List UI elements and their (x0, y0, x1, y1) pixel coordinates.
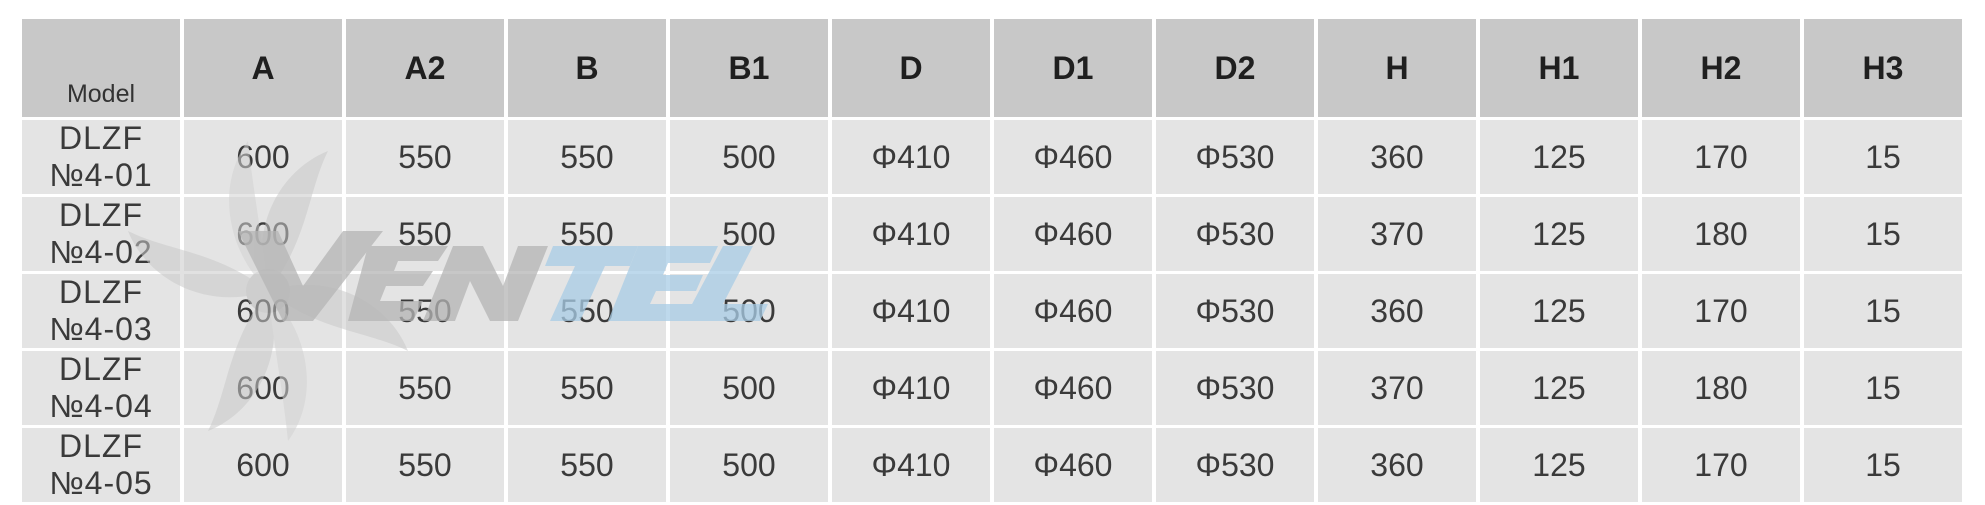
table-header-row: Model A A2 B B1 D D1 D2 H H1 H2 H3 (22, 19, 1962, 117)
table-cell: Φ530 (1156, 120, 1314, 194)
table-cell: 500 (670, 351, 828, 425)
table-cell: Φ460 (994, 428, 1152, 502)
table-cell: 360 (1318, 428, 1476, 502)
table-cell: 600 (184, 274, 342, 348)
model-cell: DLZF №4-02 (22, 197, 180, 271)
table-row: DLZF №4-04 600 550 550 500 Φ410 Φ460 Φ53… (22, 351, 1962, 425)
table-cell: 170 (1642, 274, 1800, 348)
table-cell: Φ460 (994, 120, 1152, 194)
table-cell: 550 (508, 197, 666, 271)
table-cell: Φ530 (1156, 197, 1314, 271)
table-row: DLZF №4-01 600 550 550 500 Φ410 Φ460 Φ53… (22, 120, 1962, 194)
table-cell: 15 (1804, 197, 1962, 271)
table-cell: 550 (508, 120, 666, 194)
column-header-a2: A2 (346, 19, 504, 117)
table-cell: 170 (1642, 428, 1800, 502)
column-header-a: A (184, 19, 342, 117)
column-header-b1: B1 (670, 19, 828, 117)
table-cell: Φ530 (1156, 274, 1314, 348)
column-header-model: Model (22, 19, 180, 117)
table-cell: 15 (1804, 351, 1962, 425)
model-cell: DLZF №4-04 (22, 351, 180, 425)
table-row: DLZF №4-05 600 550 550 500 Φ410 Φ460 Φ53… (22, 428, 1962, 502)
table-cell: 125 (1480, 351, 1638, 425)
table-cell: 370 (1318, 351, 1476, 425)
table-cell: 500 (670, 274, 828, 348)
table-cell: 180 (1642, 351, 1800, 425)
table-cell: 500 (670, 197, 828, 271)
column-header-b: B (508, 19, 666, 117)
table-cell: Φ410 (832, 120, 990, 194)
model-cell: DLZF №4-05 (22, 428, 180, 502)
table-cell: Φ410 (832, 274, 990, 348)
table-cell: 600 (184, 197, 342, 271)
table-cell: 15 (1804, 274, 1962, 348)
table-cell: Φ460 (994, 351, 1152, 425)
table-cell: 370 (1318, 197, 1476, 271)
column-header-d2: D2 (1156, 19, 1314, 117)
table-cell: 125 (1480, 428, 1638, 502)
table-cell: 550 (508, 274, 666, 348)
dimensions-table-container: Model A A2 B B1 D D1 D2 H H1 H2 H3 DLZF … (18, 16, 1966, 502)
column-header-h3: H3 (1804, 19, 1962, 117)
table-cell: 125 (1480, 120, 1638, 194)
table-row: DLZF №4-03 600 550 550 500 Φ410 Φ460 Φ53… (22, 274, 1962, 348)
table-cell: 360 (1318, 120, 1476, 194)
table-cell: 500 (670, 428, 828, 502)
table-cell: 550 (346, 197, 504, 271)
dimensions-table: Model A A2 B B1 D D1 D2 H H1 H2 H3 DLZF … (18, 16, 1966, 505)
column-header-h1: H1 (1480, 19, 1638, 117)
table-cell: Φ530 (1156, 351, 1314, 425)
table-cell: 15 (1804, 428, 1962, 502)
model-cell: DLZF №4-03 (22, 274, 180, 348)
table-cell: 550 (346, 120, 504, 194)
table-cell: 550 (346, 274, 504, 348)
table-cell: 550 (346, 428, 504, 502)
table-cell: Φ460 (994, 274, 1152, 348)
column-header-d: D (832, 19, 990, 117)
table-cell: Φ410 (832, 428, 990, 502)
table-cell: 600 (184, 120, 342, 194)
table-row: DLZF №4-02 600 550 550 500 Φ410 Φ460 Φ53… (22, 197, 1962, 271)
table-cell: Φ460 (994, 197, 1152, 271)
column-header-h2: H2 (1642, 19, 1800, 117)
column-header-d1: D1 (994, 19, 1152, 117)
table-cell: 550 (508, 351, 666, 425)
table-cell: 170 (1642, 120, 1800, 194)
table-cell: 600 (184, 428, 342, 502)
model-cell: DLZF №4-01 (22, 120, 180, 194)
table-cell: 15 (1804, 120, 1962, 194)
table-cell: 180 (1642, 197, 1800, 271)
table-cell: 600 (184, 351, 342, 425)
column-header-h: H (1318, 19, 1476, 117)
table-cell: 125 (1480, 197, 1638, 271)
table-cell: 125 (1480, 274, 1638, 348)
table-cell: Φ530 (1156, 428, 1314, 502)
table-cell: 500 (670, 120, 828, 194)
table-cell: Φ410 (832, 351, 990, 425)
table-cell: Φ410 (832, 197, 990, 271)
table-cell: 550 (346, 351, 504, 425)
table-cell: 550 (508, 428, 666, 502)
table-cell: 360 (1318, 274, 1476, 348)
